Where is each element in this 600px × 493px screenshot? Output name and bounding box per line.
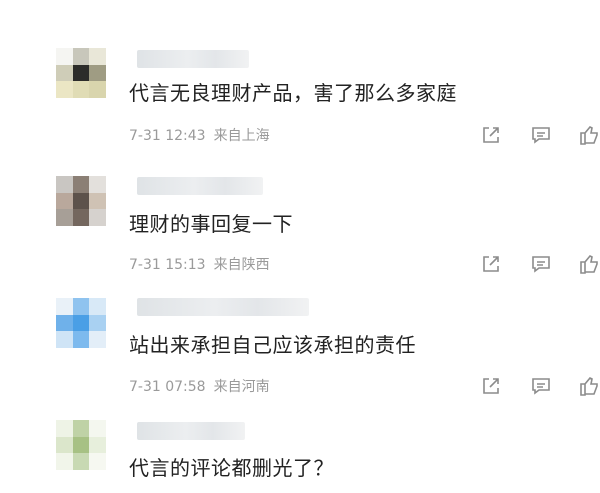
share-icon	[483, 256, 499, 272]
comment-time: 7-31 15:13	[129, 257, 206, 273]
comment-text: 理财的事回复一下	[129, 212, 293, 236]
share-button[interactable]	[480, 253, 502, 275]
avatar-pixel	[89, 81, 106, 98]
avatar[interactable]	[56, 420, 106, 470]
comment-time: 7-31 07:58	[129, 379, 206, 395]
comment-icon	[532, 256, 550, 273]
avatar-pixel	[89, 298, 106, 315]
avatar-pixel	[89, 176, 106, 193]
avatar-pixel	[89, 453, 106, 470]
avatar-pixel	[56, 420, 73, 437]
avatar[interactable]	[56, 298, 106, 348]
comment-location: 来自陕西	[213, 257, 270, 273]
avatar-pixel	[72, 331, 90, 348]
avatar-pixel	[89, 436, 106, 454]
avatar-pixel	[89, 192, 106, 210]
avatar-pixel	[56, 298, 73, 315]
comment-text: 站出来承担自己应该承担的责任	[129, 333, 416, 357]
username[interactable]	[137, 50, 249, 68]
comment-text: 代言的评论都删光了？	[129, 456, 334, 480]
avatar-pixel	[89, 420, 106, 437]
avatar[interactable]	[56, 176, 106, 226]
comment-meta: 7-31 07:58 来自河南	[129, 376, 270, 396]
avatar-pixel	[89, 331, 106, 348]
avatar-pixel	[56, 314, 73, 332]
comment-meta: 7-31 15:13 来自陕西	[129, 254, 270, 274]
comment-location: 来自河南	[213, 379, 270, 395]
avatar-pixel	[56, 64, 73, 82]
username[interactable]	[137, 177, 263, 195]
like-icon	[580, 126, 598, 145]
avatar-pixel	[56, 48, 73, 65]
avatar-pixel	[89, 48, 106, 65]
comment-text: 代言无良理财产品，害了那么多家庭	[129, 81, 457, 105]
avatar-pixel	[72, 48, 90, 65]
avatar-pixel	[72, 81, 90, 98]
comment-icon	[532, 127, 550, 144]
reply-button[interactable]	[530, 124, 552, 146]
like-icon	[580, 377, 598, 396]
avatar-pixel	[56, 192, 73, 210]
avatar-pixel	[72, 192, 90, 210]
like-button[interactable]	[578, 253, 600, 275]
share-icon	[483, 127, 499, 143]
avatar-pixel	[72, 436, 90, 454]
avatar-pixel	[89, 64, 106, 82]
reply-button[interactable]	[530, 253, 552, 275]
comment-meta: 7-31 12:43 来自上海	[129, 125, 270, 145]
avatar[interactable]	[56, 48, 106, 98]
avatar-pixel	[56, 331, 73, 348]
username[interactable]	[137, 422, 245, 440]
avatar-pixel	[72, 420, 90, 437]
avatar-pixel	[56, 209, 73, 226]
username[interactable]	[137, 298, 309, 316]
share-icon	[483, 378, 499, 394]
like-button[interactable]	[578, 124, 600, 146]
avatar-pixel	[72, 209, 90, 226]
like-button[interactable]	[578, 375, 600, 397]
avatar-pixel	[72, 64, 90, 82]
avatar-pixel	[89, 314, 106, 332]
avatar-pixel	[56, 176, 73, 193]
share-button[interactable]	[480, 375, 502, 397]
share-button[interactable]	[480, 124, 502, 146]
reply-button[interactable]	[530, 375, 552, 397]
comment-location: 来自上海	[213, 128, 270, 144]
comment-icon	[532, 378, 550, 395]
avatar-pixel	[72, 314, 90, 332]
comment-time: 7-31 12:43	[129, 128, 206, 144]
avatar-pixel	[56, 436, 73, 454]
avatar-pixel	[72, 298, 90, 315]
like-icon	[580, 255, 598, 274]
avatar-pixel	[72, 453, 90, 470]
avatar-pixel	[89, 209, 106, 226]
avatar-pixel	[56, 81, 73, 98]
avatar-pixel	[72, 176, 90, 193]
avatar-pixel	[56, 453, 73, 470]
